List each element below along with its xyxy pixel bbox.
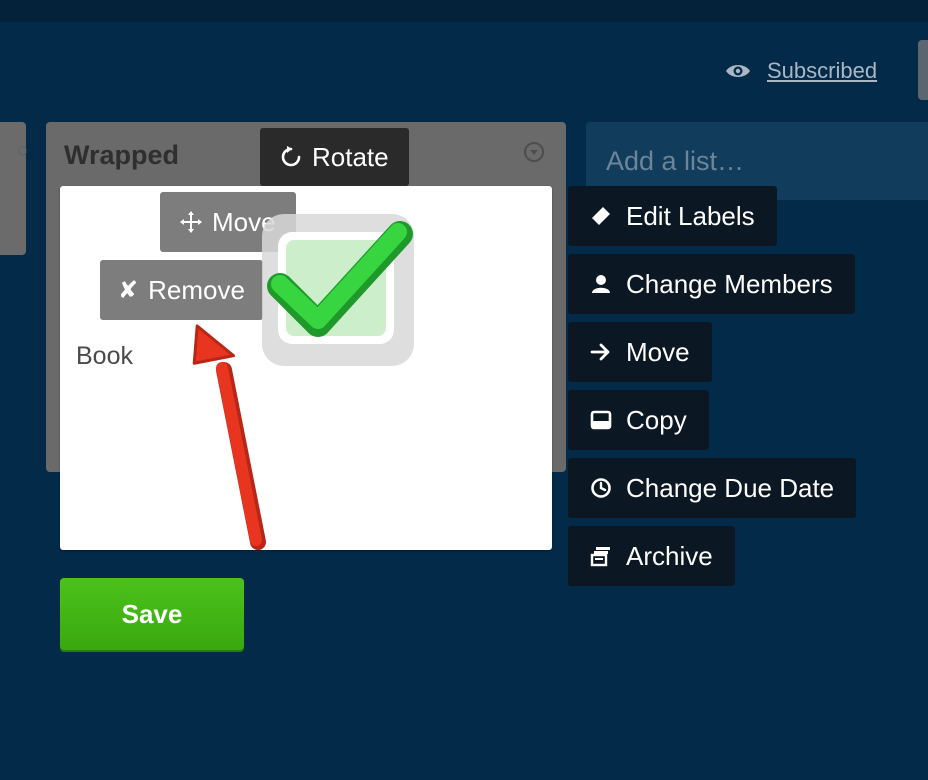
remove-overlay-label: Remove: [148, 274, 245, 305]
person-icon: [592, 275, 610, 293]
archive-card-button[interactable]: Archive: [568, 526, 735, 586]
edit-labels-label: Edit Labels: [626, 200, 755, 231]
copy-icon: [590, 410, 612, 430]
rotate-label: Rotate: [312, 141, 389, 172]
change-due-date-label: Change Due Date: [626, 472, 835, 503]
archive-card-label: Archive: [626, 540, 713, 571]
change-members-button[interactable]: Change Members: [568, 254, 855, 314]
archive-icon: [590, 547, 610, 567]
checkmark-sticker-icon: [262, 214, 414, 366]
subscribed-indicator[interactable]: Subscribed: [725, 58, 877, 84]
save-button[interactable]: Save: [60, 578, 244, 650]
copy-card-button[interactable]: Copy: [568, 390, 709, 450]
rotate-icon: [281, 146, 301, 167]
copy-card-label: Copy: [626, 404, 687, 435]
list-title[interactable]: Wrapped: [64, 140, 179, 171]
add-list-placeholder: Add a list…: [606, 146, 745, 176]
x-icon: ✘: [118, 276, 139, 304]
annotation-arrow-icon: [192, 324, 266, 550]
move-card-label: Move: [626, 336, 690, 367]
top-bar: [0, 0, 928, 22]
eye-icon: [726, 65, 750, 77]
list-menu-icon[interactable]: ◌: [17, 140, 28, 161]
remove-overlay-button[interactable]: ✘ Remove: [100, 260, 263, 320]
arrow-right-icon: [590, 343, 610, 361]
clock-icon: [591, 478, 611, 498]
previous-list: ◌: [0, 122, 28, 255]
move-card-button[interactable]: Move: [568, 322, 712, 382]
edit-labels-button[interactable]: Edit Labels: [568, 186, 777, 246]
change-members-label: Change Members: [626, 268, 833, 299]
rotate-button[interactable]: Rotate: [260, 128, 409, 186]
change-due-date-button[interactable]: Change Due Date: [568, 458, 857, 518]
header-menu-button[interactable]: [918, 40, 928, 100]
move-cross-icon: [180, 211, 202, 233]
tag-icon: [592, 207, 610, 225]
card-title-text[interactable]: Book: [76, 342, 133, 371]
list-menu-icon[interactable]: [524, 142, 544, 162]
subscribed-link[interactable]: Subscribed: [767, 58, 877, 84]
